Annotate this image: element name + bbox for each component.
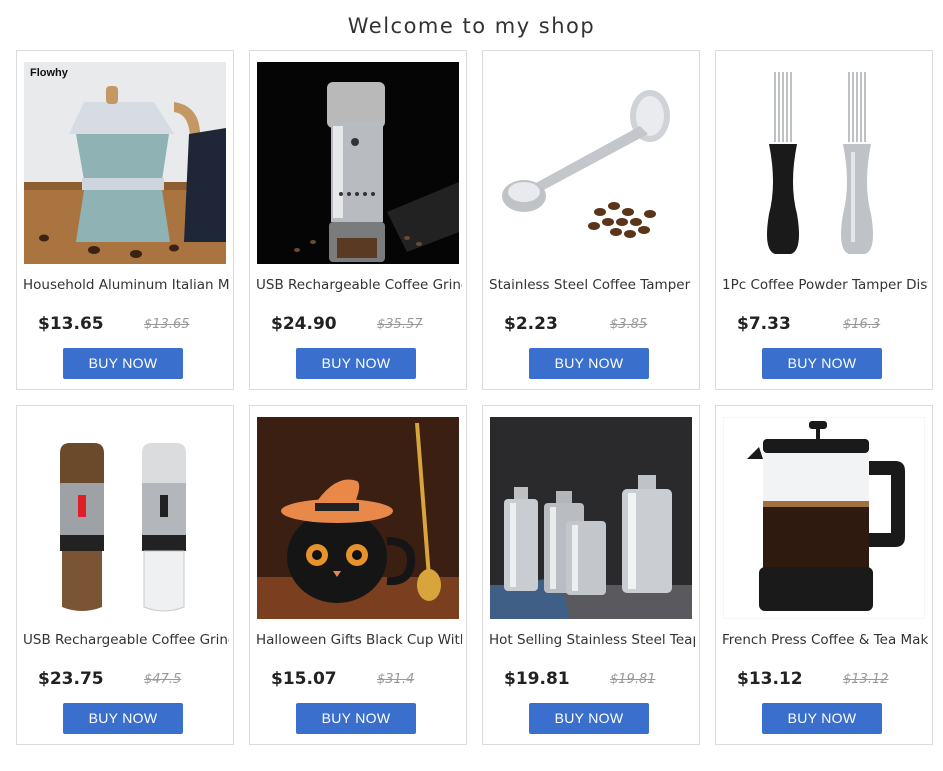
- brand-logo: Flowhy: [30, 67, 69, 79]
- product-old-price: $13.12: [843, 672, 889, 687]
- product-card[interactable]: USB Rechargeable Coffee Grinder Mill Por…: [249, 50, 467, 390]
- french-press-set-icon: [490, 417, 692, 619]
- coffee-grinder-icon: [257, 62, 459, 264]
- product-price: $15.07: [271, 669, 337, 689]
- product-card[interactable]: Halloween Gifts Black Cup With Witch Cap…: [249, 405, 467, 745]
- french-press-icon: [723, 417, 925, 619]
- product-old-price: $31.4: [377, 672, 415, 687]
- product-old-price: $13.65: [144, 317, 190, 332]
- product-image[interactable]: [257, 62, 459, 264]
- distributor-tool-icon: [723, 62, 925, 264]
- product-old-price: $47.5: [144, 672, 182, 687]
- product-image[interactable]: [490, 62, 692, 264]
- buy-now-button[interactable]: BUY NOW: [762, 348, 882, 379]
- product-price: $7.33: [737, 314, 791, 334]
- product-image[interactable]: [723, 62, 925, 264]
- product-card[interactable]: 1Pc Coffee Powder Tamper Distributor Lev…: [715, 50, 933, 390]
- buy-now-button[interactable]: BUY NOW: [529, 703, 649, 734]
- moka-pot-icon: Flowhy: [24, 62, 226, 264]
- product-old-price: $35.57: [377, 317, 423, 332]
- product-price: $23.75: [38, 669, 104, 689]
- buy-now-button[interactable]: BUY NOW: [762, 703, 882, 734]
- product-price: $13.65: [38, 314, 104, 334]
- coffee-tamper-icon: [490, 62, 692, 264]
- buy-now-button[interactable]: BUY NOW: [63, 348, 183, 379]
- product-card[interactable]: French Press Coffee & Tea Maker 12Oz, Th…: [715, 405, 933, 745]
- product-image[interactable]: [723, 417, 925, 619]
- product-price: $13.12: [737, 669, 803, 689]
- buy-now-button[interactable]: BUY NOW: [296, 348, 416, 379]
- product-image[interactable]: Flowhy: [24, 62, 226, 264]
- product-price: $24.90: [271, 314, 337, 334]
- product-image[interactable]: [257, 417, 459, 619]
- product-image[interactable]: [490, 417, 692, 619]
- product-image[interactable]: [24, 417, 226, 619]
- product-old-price: $3.85: [610, 317, 648, 332]
- product-card[interactable]: Hot Selling Stainless Steel Teapot Coffe…: [482, 405, 700, 745]
- electric-grinder-icon: [24, 417, 226, 619]
- product-old-price: $19.81: [610, 672, 656, 687]
- product-price: $2.23: [504, 314, 558, 334]
- buy-now-button[interactable]: BUY NOW: [529, 348, 649, 379]
- cat-mug-icon: [257, 417, 459, 619]
- product-old-price: $16.3: [843, 317, 881, 332]
- page-title: Welcome to my shop: [347, 14, 596, 38]
- product-price: $19.81: [504, 669, 570, 689]
- buy-now-button[interactable]: BUY NOW: [63, 703, 183, 734]
- buy-now-button[interactable]: BUY NOW: [296, 703, 416, 734]
- product-card[interactable]: Stainless Steel Coffee Tamper 58mm Espre…: [482, 50, 700, 390]
- product-card[interactable]: Flowhy Household Aluminum Italian Moka E…: [16, 50, 234, 390]
- product-card[interactable]: USB Rechargeable Coffee Grinder Mill Por…: [16, 405, 234, 745]
